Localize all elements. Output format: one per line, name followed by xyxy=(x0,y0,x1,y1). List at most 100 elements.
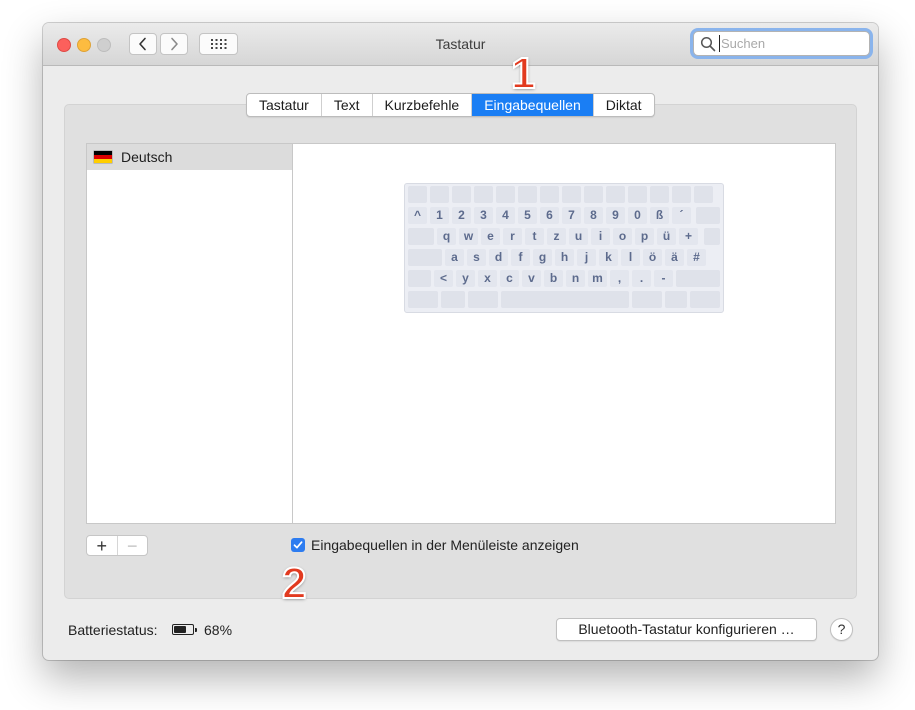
battery-icon xyxy=(172,624,197,635)
keyboard-key xyxy=(474,186,493,203)
keyboard-key: . xyxy=(632,270,651,287)
magnifier-icon xyxy=(700,36,716,51)
keyboard-key: 9 xyxy=(606,207,625,224)
keyboard-key: r xyxy=(503,228,522,245)
keyboard-key xyxy=(430,186,449,203)
keyboard-key: 2 xyxy=(452,207,471,224)
show-in-menubar-checkbox[interactable] xyxy=(291,538,305,552)
search-field[interactable] xyxy=(693,31,870,56)
tab-text[interactable]: Text xyxy=(322,94,373,116)
tab-kurzbefehle[interactable]: Kurzbefehle xyxy=(373,94,473,116)
input-source-list[interactable]: Deutsch xyxy=(86,143,292,524)
keyboard-key: s xyxy=(467,249,486,266)
keyboard-key xyxy=(408,249,442,266)
keyboard-key xyxy=(441,291,465,308)
keyboard-key: ^ xyxy=(408,207,427,224)
annotation-marker-2: 2 xyxy=(281,559,308,608)
battery-percentage: 68% xyxy=(204,622,233,638)
keyboard-key: - xyxy=(654,270,673,287)
configure-bluetooth-keyboard-button[interactable]: Bluetooth-Tastatur konfigurieren … xyxy=(556,618,817,641)
keyboard-key xyxy=(584,186,603,203)
keyboard-key: y xyxy=(456,270,475,287)
keyboard-key xyxy=(518,186,537,203)
keyboard-key xyxy=(408,291,438,308)
keyboard-key: 0 xyxy=(628,207,647,224)
help-button[interactable]: ? xyxy=(830,618,853,641)
keyboard-key: z xyxy=(547,228,566,245)
list-item[interactable]: Deutsch xyxy=(87,144,292,170)
keyboard-key xyxy=(408,270,431,287)
preferences-window: Tastatur Tastatur Text Kurzbefehle Einga… xyxy=(43,23,878,660)
keyboard-key: a xyxy=(445,249,464,266)
keyboard-key: p xyxy=(635,228,654,245)
show-in-menubar-label: Eingabequellen in der Menüleiste anzeige… xyxy=(311,537,579,553)
keyboard-key: b xyxy=(544,270,563,287)
keyboard-key: # xyxy=(687,249,706,266)
keyboard-key xyxy=(496,186,515,203)
list-item-label: Deutsch xyxy=(121,149,173,165)
keyboard-key: u xyxy=(569,228,588,245)
keyboard-key xyxy=(468,291,498,308)
remove-input-source-button[interactable]: − xyxy=(118,536,148,555)
keyboard-key: m xyxy=(588,270,607,287)
keyboard-key: , xyxy=(610,270,629,287)
keyboard-preview-area: ^ 1 2 3 4 5 6 7 8 9 0 ß ´ q w e r t z u i o p ü + a s d f g h j k l ö ä # < y x… xyxy=(292,143,836,524)
add-input-source-button[interactable]: + xyxy=(87,536,118,555)
keyboard-key xyxy=(676,270,720,287)
keyboard-key xyxy=(696,207,720,224)
keyboard-key xyxy=(501,291,629,308)
search-input[interactable] xyxy=(719,35,863,52)
keyboard-key: ö xyxy=(643,249,662,266)
keyboard-key xyxy=(408,228,434,245)
keyboard-key: ß xyxy=(650,207,669,224)
keyboard-key: f xyxy=(511,249,530,266)
add-remove-control: + − xyxy=(86,535,148,556)
keyboard-key: < xyxy=(434,270,453,287)
keyboard-key: 7 xyxy=(562,207,581,224)
keyboard-key: 3 xyxy=(474,207,493,224)
keyboard-key: 4 xyxy=(496,207,515,224)
keyboard-key: o xyxy=(613,228,632,245)
battery-terminal xyxy=(195,627,197,632)
keyboard-key: 8 xyxy=(584,207,603,224)
keyboard-key: k xyxy=(599,249,618,266)
keyboard-key xyxy=(606,186,625,203)
keyboard-key: h xyxy=(555,249,574,266)
keyboard-key: e xyxy=(481,228,500,245)
keyboard-key xyxy=(628,186,647,203)
tab-bar: Tastatur Text Kurzbefehle Eingabequellen… xyxy=(246,93,655,117)
keyboard-key xyxy=(540,186,559,203)
keyboard-key xyxy=(694,186,713,203)
title-bar: Tastatur xyxy=(43,23,878,66)
battery-status-label: Batteriestatus: xyxy=(68,622,158,638)
keyboard-key: + xyxy=(679,228,698,245)
keyboard-key: n xyxy=(566,270,585,287)
tab-diktat[interactable]: Diktat xyxy=(594,94,654,116)
keyboard-key: w xyxy=(459,228,478,245)
show-in-menubar-option[interactable]: Eingabequellen in der Menüleiste anzeige… xyxy=(291,537,579,553)
keyboard-key: 5 xyxy=(518,207,537,224)
keyboard-key xyxy=(650,186,669,203)
keyboard-layout-preview: ^ 1 2 3 4 5 6 7 8 9 0 ß ´ q w e r t z u i o p ü + a s d f g h j k l ö ä # < y x… xyxy=(404,183,724,313)
checkmark-icon xyxy=(293,541,303,549)
tab-content-panel: Deutsch ^ 1 2 3 4 5 6 7 8 9 0 ß ´ q w e r t z u i o p ü + a s d f g h j… xyxy=(64,104,857,599)
keyboard-key xyxy=(562,186,581,203)
keyboard-key xyxy=(632,291,662,308)
keyboard-key: q xyxy=(437,228,456,245)
keyboard-key: t xyxy=(525,228,544,245)
annotation-marker-1: 1 xyxy=(510,49,537,98)
keyboard-key xyxy=(452,186,471,203)
keyboard-key: v xyxy=(522,270,541,287)
keyboard-key: x xyxy=(478,270,497,287)
german-flag-icon xyxy=(94,151,112,163)
keyboard-key: i xyxy=(591,228,610,245)
keyboard-key: 6 xyxy=(540,207,559,224)
keyboard-key: d xyxy=(489,249,508,266)
tab-tastatur[interactable]: Tastatur xyxy=(247,94,322,116)
keyboard-key: ´ xyxy=(672,207,691,224)
keyboard-key: 1 xyxy=(430,207,449,224)
keyboard-key xyxy=(665,291,687,308)
keyboard-key xyxy=(704,228,720,245)
keyboard-key: c xyxy=(500,270,519,287)
keyboard-key: l xyxy=(621,249,640,266)
